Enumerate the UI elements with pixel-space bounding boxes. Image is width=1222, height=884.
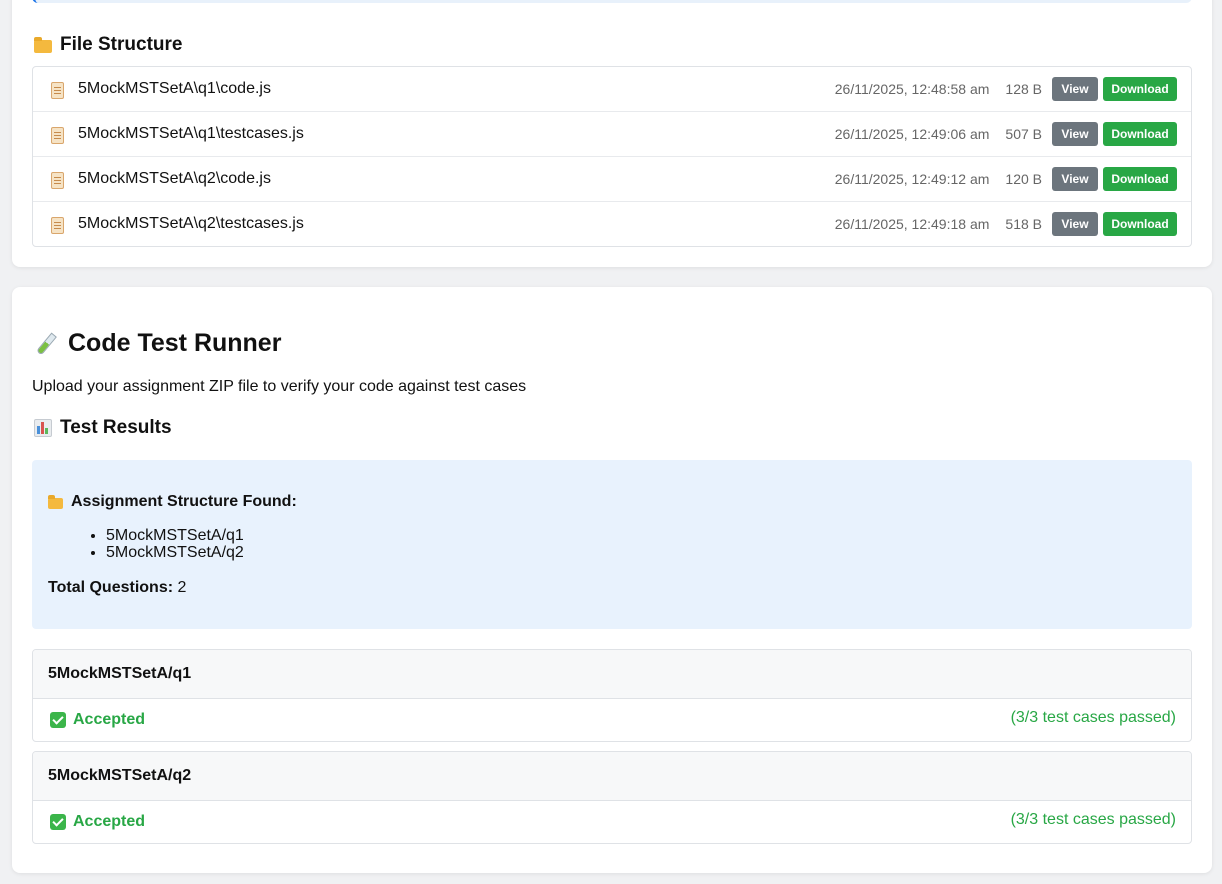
runner-heading: Code Test Runner [34,329,281,358]
file-name: 5MockMSTSetA\q1\testcases.js [78,125,304,142]
question-result-card: 5MockMSTSetA/q1 Accepted (3/3 test cases… [32,649,1192,742]
structure-list: 5MockMSTSetA/q1 5MockMSTSetA/q2 [88,527,244,561]
file-row: 5MockMSTSetA\q1\code.js 26/11/2025, 12:4… [33,67,1191,112]
file-name: 5MockMSTSetA\q2\testcases.js [78,215,304,232]
question-name: 5MockMSTSetA/q1 [33,650,1191,699]
result-status: Accepted [73,711,146,728]
file-icon [51,82,64,99]
file-date: 26/11/2025, 12:49:06 am [834,126,990,142]
file-row: 5MockMSTSetA\q2\testcases.js 26/11/2025,… [33,202,1191,246]
total-questions-value: 2 [177,579,187,596]
total-questions: Total Questions: 2 [48,579,186,597]
question-name: 5MockMSTSetA/q2 [33,752,1191,801]
structure-item: 5MockMSTSetA/q1 [106,527,244,544]
bar-chart-icon [34,419,52,437]
test-results-heading: Test Results [34,417,172,439]
file-meta: 26/11/2025, 12:49:18 am 518 B View Downl… [835,212,1177,236]
runner-description: Upload your assignment ZIP file to verif… [32,378,527,395]
file-structure-heading: File Structure [34,34,182,56]
file-date: 26/11/2025, 12:49:12 am [834,171,990,187]
download-button[interactable]: Download [1103,212,1177,236]
file-row: 5MockMSTSetA\q1\testcases.js 26/11/2025,… [33,112,1191,157]
file-structure-title: File Structure [60,34,183,55]
file-size: 518 B [1005,216,1042,232]
code-test-runner-card: Code Test Runner Upload your assignment … [12,287,1212,873]
result-summary: (3/3 test cases passed) [1010,811,1176,828]
file-name: 5MockMSTSetA\q2\code.js [78,170,271,187]
file-date: 26/11/2025, 12:49:18 am [834,216,990,232]
file-row: 5MockMSTSetA\q2\code.js 26/11/2025, 12:4… [33,157,1191,202]
file-name: 5MockMSTSetA\q1\code.js [78,80,271,97]
view-button[interactable]: View [1052,212,1098,236]
file-size: 128 B [1005,81,1042,97]
file-meta: 26/11/2025, 12:48:58 am 128 B View Downl… [835,77,1177,101]
test-results-title: Test Results [60,417,172,438]
file-icon [51,127,64,144]
file-meta: 26/11/2025, 12:49:12 am 120 B View Downl… [835,167,1177,191]
file-list: 5MockMSTSetA\q1\code.js 26/11/2025, 12:4… [32,66,1192,247]
check-box-icon [50,712,66,728]
question-result-body: Accepted (3/3 test cases passed) [33,699,1191,741]
folder-icon [48,495,63,509]
assignment-structure-box: Assignment Structure Found: 5MockMSTSetA… [32,460,1192,629]
folder-icon [34,37,52,53]
file-size: 120 B [1005,171,1042,187]
view-button[interactable]: View [1052,77,1098,101]
result-status: Accepted [73,813,146,830]
result-summary: (3/3 test cases passed) [1010,709,1176,726]
test-tube-icon [34,332,58,356]
total-questions-label: Total Questions: [48,579,174,596]
download-button[interactable]: Download [1103,122,1177,146]
file-icon [51,217,64,234]
file-meta: 26/11/2025, 12:49:06 am 507 B View Downl… [835,122,1177,146]
file-structure-card: File Structure 5MockMSTSetA\q1\code.js 2… [12,0,1212,267]
question-result-body: Accepted (3/3 test cases passed) [33,801,1191,843]
question-result-card: 5MockMSTSetA/q2 Accepted (3/3 test cases… [32,751,1192,844]
download-button[interactable]: Download [1103,167,1177,191]
structure-item: 5MockMSTSetA/q2 [106,544,244,561]
view-button[interactable]: View [1052,167,1098,191]
structure-heading: Assignment Structure Found: [48,493,297,511]
file-date: 26/11/2025, 12:48:58 am [834,81,990,97]
file-icon [51,172,64,189]
check-box-icon [50,814,66,830]
structure-heading-text: Assignment Structure Found: [71,493,297,510]
download-button[interactable]: Download [1103,77,1177,101]
file-size: 507 B [1005,126,1042,142]
previous-panel-edge [32,0,1192,3]
runner-title: Code Test Runner [68,329,282,357]
view-button[interactable]: View [1052,122,1098,146]
